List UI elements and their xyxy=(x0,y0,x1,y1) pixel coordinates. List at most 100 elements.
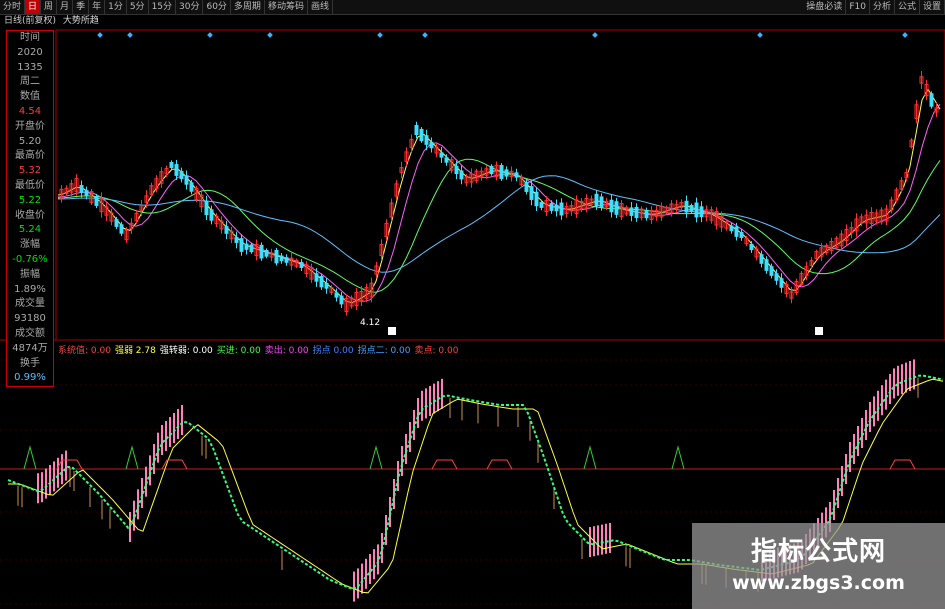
low-price-annotation: 4.12 xyxy=(360,318,381,328)
quote-row-21: 4874万 xyxy=(12,342,48,354)
quote-row-7: 5.20 xyxy=(18,135,42,147)
candle-body xyxy=(264,249,269,257)
candle-body xyxy=(414,124,419,136)
toolbar-right-button-0[interactable]: 操盘必读 xyxy=(803,0,847,14)
toolbar-right-button-4[interactable]: 设置 xyxy=(920,0,945,14)
candle-body xyxy=(549,203,554,211)
candle-body xyxy=(689,204,694,212)
period-tab-12[interactable]: 移动筹码 xyxy=(265,0,308,14)
quote-row-10: 最低价 xyxy=(15,179,45,191)
period-tab-13[interactable]: 画线 xyxy=(308,0,333,14)
quote-row-13: 5.24 xyxy=(18,224,42,236)
period-tab-2[interactable]: 周 xyxy=(41,0,58,14)
candle-body xyxy=(779,278,784,288)
green-triangle-3 xyxy=(583,445,597,470)
green-triangle-2 xyxy=(369,445,383,470)
period-tab-3[interactable]: 月 xyxy=(57,0,74,14)
quote-row-14: 涨幅 xyxy=(20,239,40,251)
candle-body xyxy=(729,225,734,232)
period-tab-0[interactable]: 分时 xyxy=(0,0,26,14)
candle-body xyxy=(279,255,284,262)
site-watermark: 指标公式网 www.zbgs3.com xyxy=(692,523,945,609)
toolbar-right-button-1[interactable]: F10 xyxy=(846,0,870,14)
quote-row-20: 成交额 xyxy=(15,327,45,339)
period-tab-5[interactable]: 年 xyxy=(89,0,106,14)
quote-info-panel: 时间 2020 1335 周二 数值 4.54 开盘价 5.20 最高价 5.32 最低价 5.22 收… xyxy=(6,30,54,388)
indicator-legend: 系统值: 0.00 强弱 2.78 强转弱: 0.00 买进: 0.00 卖出: 0.0… xyxy=(58,345,462,357)
candle-body xyxy=(259,244,264,259)
candle-body xyxy=(609,199,614,213)
candle-body xyxy=(739,232,744,238)
green-triangle-4 xyxy=(671,445,685,470)
red-step-4 xyxy=(889,459,916,470)
quote-row-18: 成交量 xyxy=(15,298,45,310)
top-signal-diamond-3 xyxy=(267,32,273,38)
green-triangle-0 xyxy=(23,445,37,470)
top-signal-diamond-0 xyxy=(97,32,103,38)
period-tab-8[interactable]: 15分 xyxy=(149,0,177,14)
candle-body xyxy=(174,164,179,176)
candle-body xyxy=(504,169,509,177)
period-tab-1[interactable]: 日 xyxy=(25,0,42,14)
candle-body xyxy=(184,175,189,185)
legend-item-7: 卖点: 0.00 xyxy=(414,346,459,356)
candle-body xyxy=(119,224,124,234)
candle-body xyxy=(339,295,344,305)
candle-body xyxy=(179,170,184,180)
candle-body xyxy=(439,152,444,158)
period-tab-11[interactable]: 多周期 xyxy=(231,0,265,14)
quote-row-16: 振幅 xyxy=(20,268,40,280)
quote-row-5: 4.54 xyxy=(18,105,42,117)
quote-row-8: 最高价 xyxy=(15,150,45,162)
candle-body xyxy=(699,206,704,218)
candle-body xyxy=(419,128,424,142)
top-signal-diamond-4 xyxy=(377,32,383,38)
candle-body xyxy=(734,226,739,237)
period-tab-7[interactable]: 5分 xyxy=(127,0,149,14)
bottom-signal-box-1 xyxy=(388,327,396,335)
candle-body xyxy=(929,93,934,107)
legend-item-3: 买进: 0.00 xyxy=(216,346,261,356)
candle-body xyxy=(224,226,229,234)
candle-body xyxy=(524,182,529,192)
candle-body xyxy=(334,292,339,298)
candle-body xyxy=(169,162,174,168)
quote-row-11: 5.22 xyxy=(18,194,42,206)
candle-body xyxy=(749,243,754,251)
period-tab-9[interactable]: 30分 xyxy=(176,0,204,14)
chart-type-label[interactable]: 日线(前复权) xyxy=(0,16,56,26)
toolbar-right-button-2[interactable]: 分析 xyxy=(870,0,895,14)
period-tab-10[interactable]: 60分 xyxy=(203,0,231,14)
legend-item-0: 系统值: 0.00 xyxy=(58,346,111,356)
legend-item-4: 卖出: 0.00 xyxy=(264,346,309,356)
red-step-3 xyxy=(486,459,513,470)
quote-row-0: 时间 xyxy=(20,32,40,43)
quote-row-23: 0.99% xyxy=(14,372,46,384)
candle-body xyxy=(769,266,774,276)
candle-body xyxy=(764,259,769,271)
candle-body xyxy=(599,196,604,208)
period-tab-6[interactable]: 1分 xyxy=(105,0,127,14)
period-tab-4[interactable]: 季 xyxy=(73,0,90,14)
kline-chart[interactable] xyxy=(0,0,945,609)
top-signal-diamond-5 xyxy=(422,32,428,38)
candle-body xyxy=(114,219,119,227)
candle-body xyxy=(79,185,84,193)
top-signal-diamond-8 xyxy=(902,32,908,38)
quote-row-6: 开盘价 xyxy=(15,120,45,132)
bottom-signal-box-2 xyxy=(815,327,823,335)
candle-body xyxy=(249,244,254,253)
candle-body xyxy=(84,190,89,196)
candlesticks[interactable] xyxy=(59,71,939,316)
indicator-name-label[interactable]: 大势所趋 xyxy=(59,16,99,26)
candle-body xyxy=(284,257,289,263)
red-step-2 xyxy=(431,459,458,470)
green-triangle-1 xyxy=(125,445,139,470)
chart-grid xyxy=(0,29,945,605)
toolbar-right-button-3[interactable]: 公式 xyxy=(895,0,920,14)
top-signal-diamond-6 xyxy=(592,32,598,38)
quote-row-19: 93180 xyxy=(14,313,46,325)
watermark-title: 指标公式网 xyxy=(750,537,886,567)
legend-item-6: 拐点二: 0.00 xyxy=(357,346,411,356)
quote-row-2: 1335 xyxy=(17,61,43,73)
